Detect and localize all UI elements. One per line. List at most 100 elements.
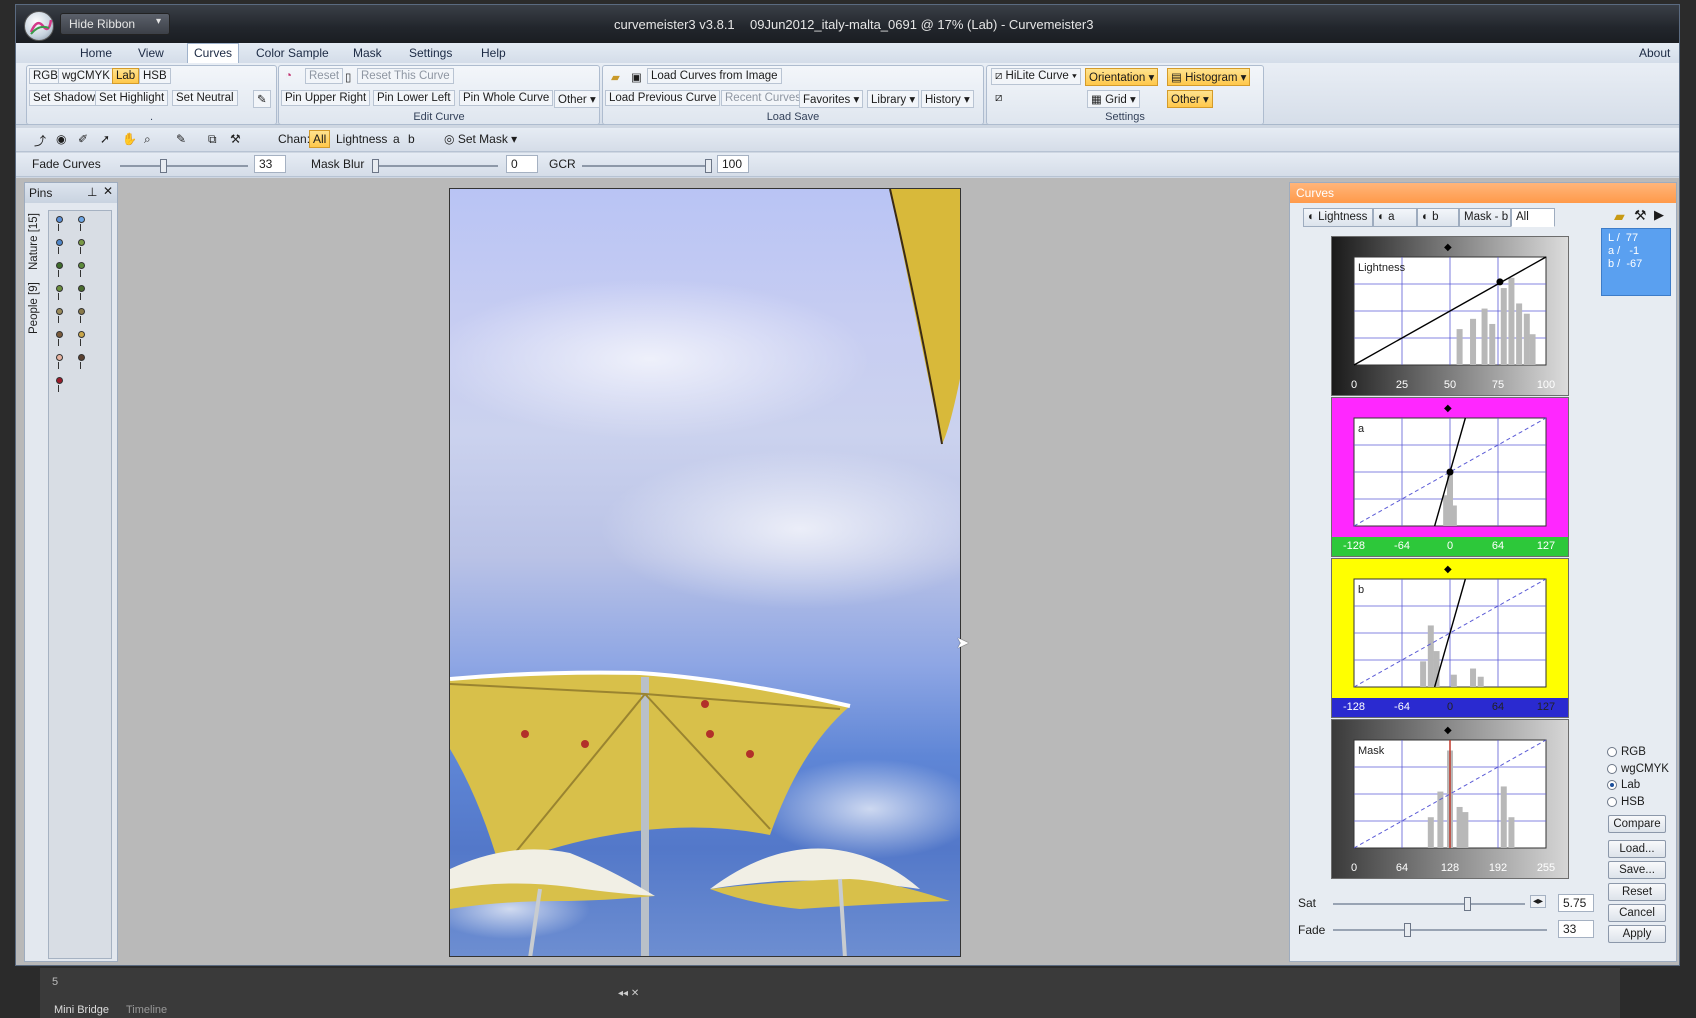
sat-stepper-icon[interactable]: ◂▸ — [1530, 895, 1547, 908]
sat-value[interactable]: 5.75 — [1558, 894, 1594, 912]
lab-button[interactable]: Lab — [112, 68, 140, 84]
curve-point[interactable] — [1496, 278, 1504, 286]
open-folder-icon[interactable]: ▰ — [607, 68, 624, 86]
set-highlight-button[interactable]: Set Highlight — [95, 90, 169, 106]
curve-graph[interactable]: ◆ b -128 -64 0 64 127 — [1332, 559, 1568, 717]
settings-other-dropdown[interactable]: Other ▾ — [1167, 90, 1213, 108]
tab-view[interactable]: View — [138, 46, 164, 60]
history-dropdown[interactable]: History ▾ — [921, 90, 974, 108]
mode-radio-wgcmyk[interactable]: wgCMYK — [1607, 763, 1669, 775]
save-button[interactable]: Save... — [1608, 861, 1666, 879]
curves-tab-mask-b[interactable]: Mask - b — [1459, 208, 1511, 227]
pin-icon[interactable] — [56, 262, 63, 269]
fade-value[interactable]: 33 — [1558, 920, 1594, 938]
curve-graph[interactable]: ◆ Lightness 0 25 50 75 100 — [1332, 237, 1568, 395]
quick-access-dropdown-icon[interactable]: ▾ — [156, 16, 161, 27]
curve-collapse-icon[interactable]: ◆ — [1444, 242, 1452, 253]
gcr-value[interactable]: 100 — [717, 155, 749, 173]
curves-tab-b[interactable]: ◐ b — [1417, 208, 1459, 227]
curve-point[interactable] — [1446, 468, 1454, 476]
tab-home[interactable]: Home — [80, 46, 112, 60]
pin-icon[interactable] — [78, 331, 85, 338]
curve-tool-icon[interactable]: ⤴ — [34, 132, 46, 149]
about-link[interactable]: About — [1639, 46, 1670, 60]
load-previous-curve-button[interactable]: Load Previous Curve — [605, 90, 721, 106]
curve-chart-a[interactable]: ◆ a -128 -64 0 64 127 — [1331, 397, 1569, 557]
tab-settings[interactable]: Settings — [409, 46, 452, 60]
mask-tool-icon[interactable]: ◉ — [56, 132, 66, 146]
curve-chart-mask[interactable]: ◆ Mask 0 64 128 192 255 — [1331, 719, 1569, 879]
fade-curves-thumb[interactable] — [160, 159, 167, 173]
tab-timeline[interactable]: Timeline — [126, 1004, 167, 1016]
tab-mini-bridge[interactable]: Mini Bridge — [54, 1004, 109, 1016]
recent-curves-button[interactable]: Recent Curves — [721, 90, 806, 106]
compare-button[interactable]: Compare — [1608, 815, 1666, 833]
gcr-slider[interactable] — [582, 159, 712, 173]
chart-icon[interactable]: ⧄ — [991, 90, 1006, 107]
pin-icon[interactable] — [56, 285, 63, 292]
curve-chart-b[interactable]: ◆ b -128 -64 0 64 127 — [1331, 558, 1569, 718]
fade-thumb[interactable] — [1403, 923, 1411, 937]
fade-curves-slider[interactable] — [120, 159, 248, 173]
tab-curves[interactable]: Curves — [187, 43, 240, 63]
favorites-dropdown[interactable]: Favorites ▾ — [799, 90, 864, 108]
curves-tab-a[interactable]: ◐ a — [1373, 208, 1417, 227]
pin-icon[interactable] — [78, 285, 85, 292]
load-button[interactable]: Load... — [1608, 840, 1666, 858]
sat-slider[interactable] — [1333, 897, 1525, 911]
chan-all-button[interactable]: All — [309, 130, 331, 148]
apply-button[interactable]: Apply — [1608, 925, 1666, 943]
pointer-tool-icon[interactable]: ➚ — [100, 132, 110, 146]
chan-b-button[interactable]: b — [408, 132, 415, 146]
mask-blur-value[interactable]: 0 — [506, 155, 538, 173]
pin-icon[interactable] — [78, 354, 85, 361]
app-logo-icon[interactable] — [24, 11, 54, 41]
eyedropper-icon[interactable]: ✎ — [253, 90, 271, 108]
pin-icon[interactable] — [78, 216, 85, 223]
curve-collapse-icon[interactable]: ◆ — [1444, 725, 1452, 736]
orientation-dropdown[interactable]: Orientation ▾ — [1085, 68, 1159, 86]
curves-tab-all[interactable]: All — [1511, 208, 1555, 227]
gcr-thumb[interactable] — [705, 159, 712, 173]
pin-icon[interactable] — [78, 308, 85, 315]
wrench-icon[interactable]: ⚒ — [230, 132, 241, 146]
fade-curves-value[interactable]: 33 — [254, 155, 286, 173]
sticky-note-icon[interactable]: ▰ — [1614, 208, 1625, 225]
tab-help[interactable]: Help — [481, 46, 506, 60]
pin-lower-left-button[interactable]: Pin Lower Left — [373, 90, 455, 106]
reset-curves-button[interactable]: Reset — [1608, 883, 1666, 901]
histogram-dropdown[interactable]: ▤ Histogram ▾ — [1167, 68, 1251, 86]
pin-icon[interactable] — [56, 308, 63, 315]
curve-graph[interactable]: ◆ a -128 -64 0 64 127 — [1332, 398, 1568, 556]
library-dropdown[interactable]: Library ▾ — [867, 90, 920, 108]
chan-lightness-button[interactable]: Lightness — [336, 132, 387, 146]
pin-icon[interactable] — [78, 262, 85, 269]
other-dropdown[interactable]: Other ▾ — [554, 90, 600, 108]
grid-dropdown[interactable]: ▦ Grid ▾ — [1087, 90, 1140, 108]
wgcmyk-button[interactable]: wgCMYK — [58, 68, 114, 84]
tab-color-sample[interactable]: Color Sample — [256, 46, 329, 60]
mask-blur-thumb[interactable] — [372, 159, 379, 173]
rgb-button[interactable]: RGB — [29, 68, 62, 84]
pin-icon[interactable] — [78, 239, 85, 246]
chan-a-button[interactable]: a — [393, 132, 400, 146]
pin-whole-curve-button[interactable]: Pin Whole Curve — [459, 90, 554, 106]
curve-collapse-icon[interactable]: ◆ — [1444, 403, 1452, 414]
hide-ribbon-button[interactable]: Hide Ribbon — [60, 13, 170, 35]
pins-tab-nature[interactable]: Nature [15] — [28, 212, 40, 270]
pin-icon[interactable] — [56, 331, 63, 338]
mode-radio-lab[interactable]: Lab — [1607, 779, 1640, 791]
mask-blur-slider[interactable] — [372, 159, 498, 173]
zoom-tool-icon[interactable]: ⌕ — [144, 132, 151, 147]
set-neutral-button[interactable]: Set Neutral — [172, 90, 238, 106]
curve-collapse-icon[interactable]: ◆ — [1444, 564, 1452, 575]
hand-tool-icon[interactable]: ✋ — [122, 132, 137, 146]
pen-tool-icon[interactable]: ✐ — [78, 132, 88, 146]
set-mask-dropdown[interactable]: ◎ Set Mask ▾ — [444, 132, 517, 146]
hilite-curve-dropdown[interactable]: ⧄ HiLite Curve ▾ — [991, 68, 1081, 85]
sat-thumb[interactable] — [1463, 897, 1471, 911]
curves-tab-lightness[interactable]: ◐ Lightness — [1303, 208, 1373, 227]
hsb-button[interactable]: HSB — [139, 68, 171, 84]
wrench-settings-icon[interactable]: ⚒ — [1634, 207, 1647, 224]
save-disk-icon[interactable]: ▣ — [627, 68, 646, 86]
